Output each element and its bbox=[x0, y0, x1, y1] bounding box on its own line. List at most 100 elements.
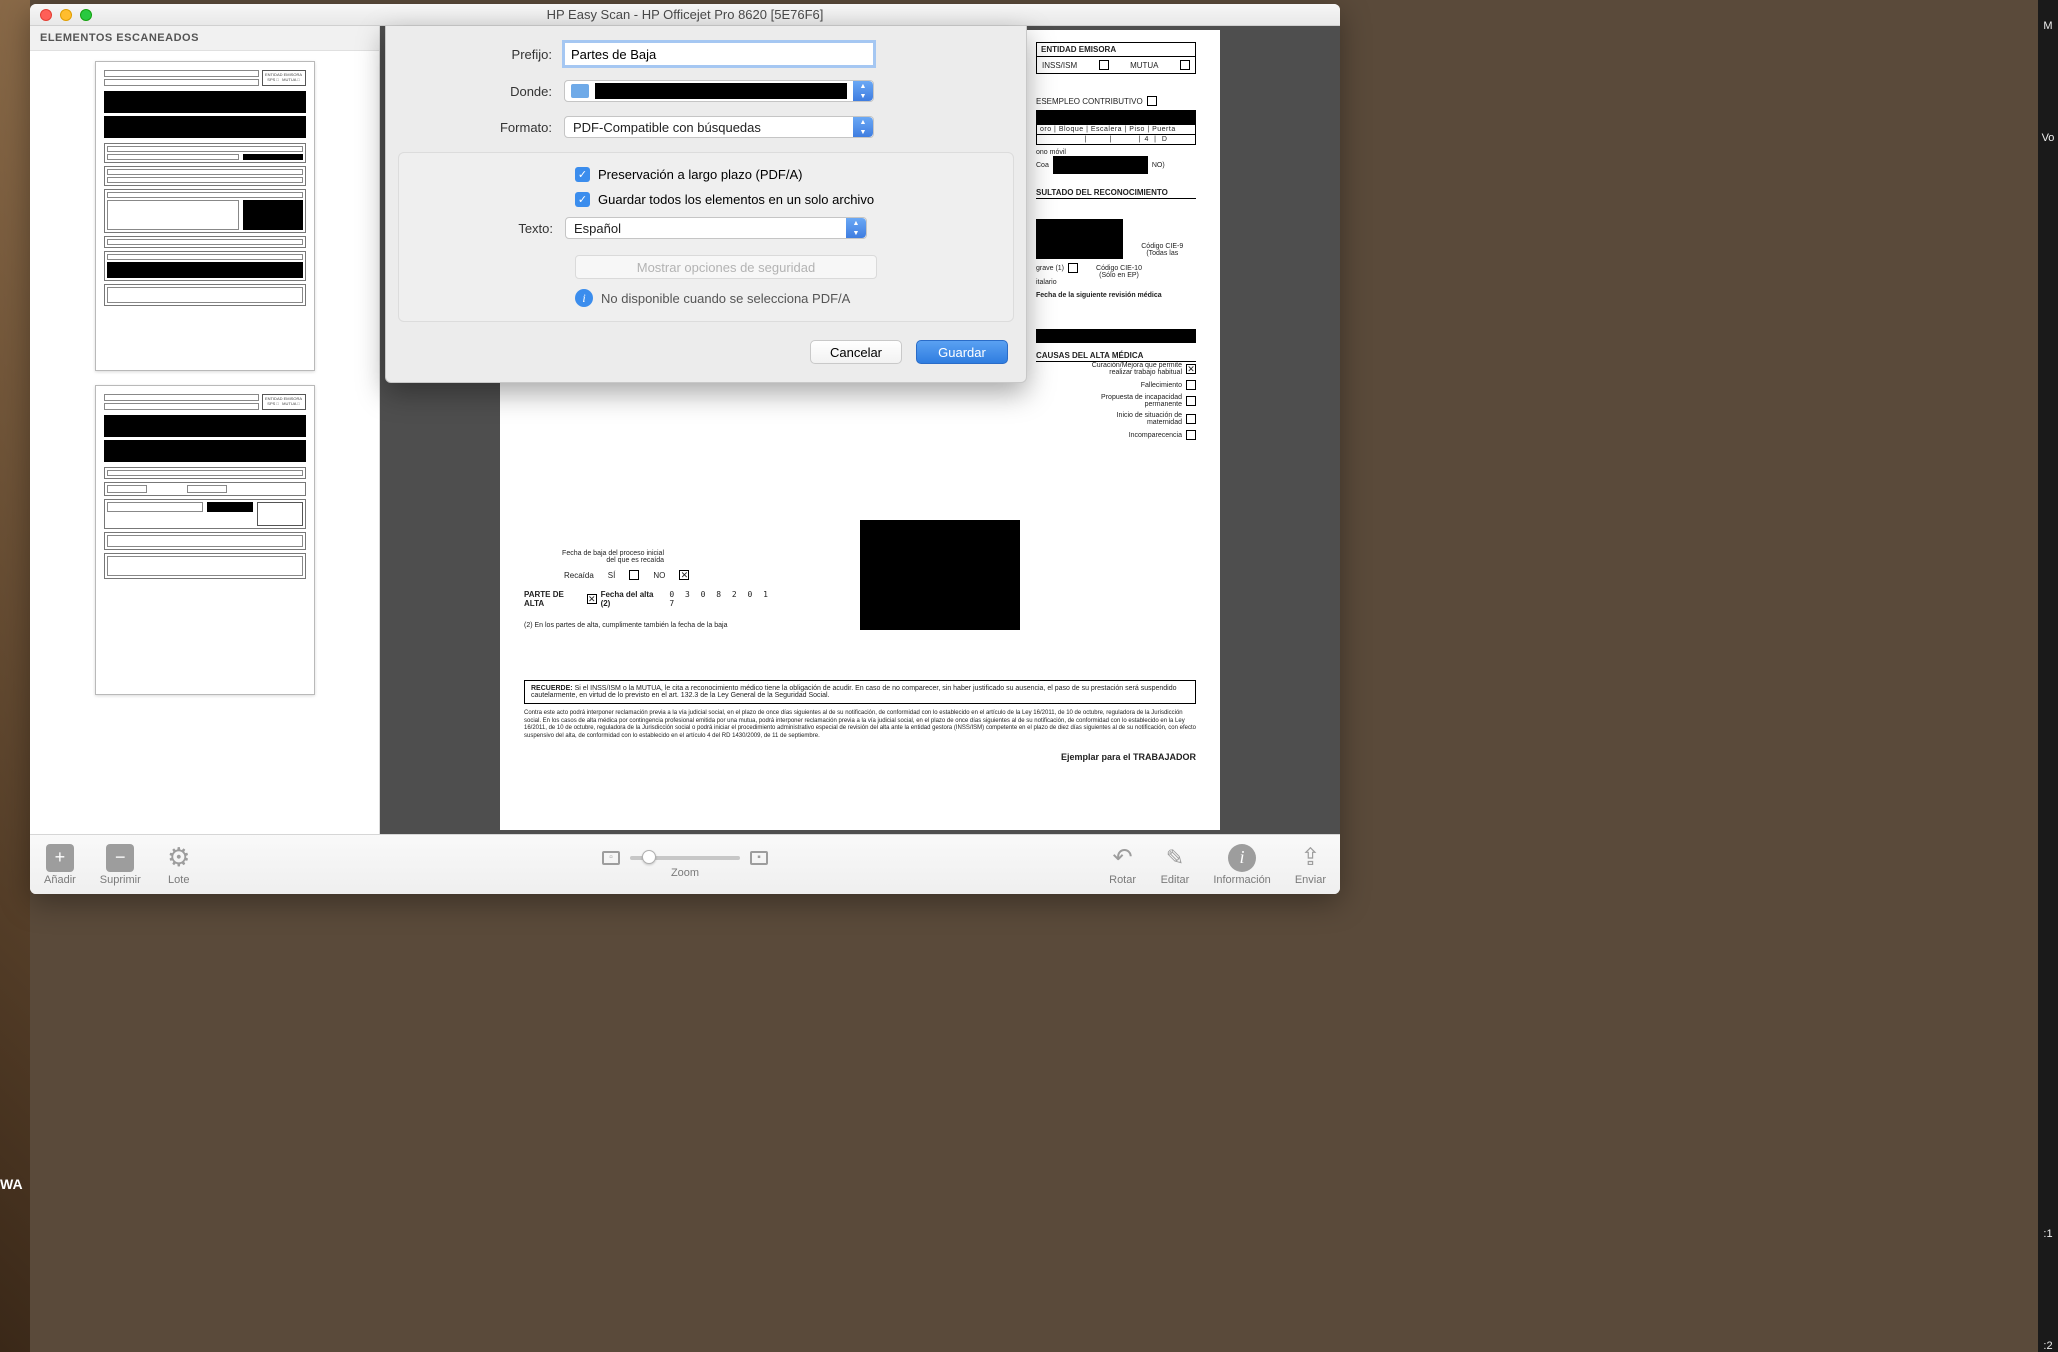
cancel-label: Cancelar bbox=[830, 345, 882, 360]
desktop-background-left bbox=[0, 0, 30, 1352]
info-label: Información bbox=[1213, 874, 1270, 886]
doc-fecha-alta-value: 0 3 0 8 2 0 1 7 bbox=[666, 590, 784, 608]
where-value-redacted bbox=[595, 83, 847, 99]
share-icon: ⇪ bbox=[1296, 844, 1324, 872]
doc-label-mutua: MUTUA bbox=[1130, 61, 1158, 70]
where-label: Donde: bbox=[404, 84, 564, 99]
where-stepper-icon: ▲▼ bbox=[853, 81, 873, 101]
text-stepper-icon: ▲▼ bbox=[846, 218, 866, 238]
thumbnail-list[interactable]: ENTIDAD EMISORASPS □ MUTUA □ bbox=[30, 51, 379, 834]
doc-checkbox-no: ✕ bbox=[679, 570, 689, 580]
batch-button[interactable]: ⚙ Lote bbox=[165, 844, 193, 886]
pdfa-info-text: No disponible cuando se selecciona PDF/A bbox=[601, 291, 850, 306]
plus-icon: + bbox=[46, 844, 74, 872]
sidebar-header: ELEMENTOS ESCANEADOS bbox=[30, 26, 379, 51]
doc-note-2: (2) En los partes de alta, cumplimente t… bbox=[524, 622, 784, 629]
doc-checkbox-incapacidad bbox=[1186, 396, 1196, 406]
doc-label-inss: INSS/ISM bbox=[1042, 61, 1077, 70]
pdfa-label: Preservación a largo plazo (PDF/A) bbox=[598, 167, 802, 182]
rotate-button[interactable]: ↶ Rotar bbox=[1109, 844, 1137, 886]
pencil-icon: ✎ bbox=[1161, 844, 1189, 872]
format-select[interactable]: PDF-Compatible con búsquedas ▲▼ bbox=[564, 116, 874, 138]
edge-m: M bbox=[2043, 20, 2052, 32]
add-label: Añadir bbox=[44, 874, 76, 886]
zoom-out-icon[interactable]: ▫ bbox=[602, 851, 620, 865]
doc-grave: grave (1) bbox=[1036, 265, 1064, 272]
format-stepper-icon: ▲▼ bbox=[853, 117, 873, 137]
rotate-icon: ↶ bbox=[1109, 844, 1137, 872]
format-value: PDF-Compatible con búsquedas bbox=[573, 120, 761, 135]
edge-t1: :1 bbox=[2043, 1228, 2052, 1240]
doc-recuerde-box: RECUERDE: Si el INSS/ISM o la MUTUA, le … bbox=[524, 680, 1196, 704]
doc-revision: Fecha de la siguiente revisión médica bbox=[1036, 292, 1196, 299]
doc-label-desempleo: ESEMPLEO CONTRIBUTIVO bbox=[1036, 97, 1143, 106]
thumbnail-page-1[interactable]: ENTIDAD EMISORASPS □ MUTUA □ bbox=[95, 61, 315, 371]
doc-checkbox-fallecimiento bbox=[1186, 380, 1196, 390]
save-dialog: Prefijo: Donde: ▲▼ Formato: PDF-Compatib… bbox=[385, 26, 1027, 383]
doc-label-coa: Coa bbox=[1036, 162, 1049, 169]
send-button[interactable]: ⇪ Enviar bbox=[1295, 844, 1326, 886]
zoom-control: ▫ ▪ Zoom bbox=[602, 851, 768, 879]
doc-addr-cols: oro | Bloque | Escalera | Piso | Puerta bbox=[1036, 124, 1196, 135]
zoom-in-icon[interactable]: ▪ bbox=[750, 851, 768, 865]
text-language-select[interactable]: Español ▲▼ bbox=[565, 217, 867, 239]
info-icon: i bbox=[575, 289, 593, 307]
text-label: Texto: bbox=[405, 221, 565, 236]
window-title: HP Easy Scan - HP Officejet Pro 8620 [5E… bbox=[30, 7, 1340, 22]
info-button[interactable]: i Información bbox=[1213, 844, 1270, 886]
zoom-slider[interactable] bbox=[630, 856, 740, 860]
doc-label-movil: ono móvil bbox=[1036, 149, 1196, 156]
doc-checkbox-inss bbox=[1099, 60, 1109, 70]
minus-icon: − bbox=[106, 844, 134, 872]
where-select[interactable]: ▲▼ bbox=[564, 80, 874, 102]
format-label: Formato: bbox=[404, 120, 564, 135]
bottom-toolbar: + Añadir − Suprimir ⚙ Lote ▫ ▪ Zoom ↶ bbox=[30, 834, 1340, 894]
edit-label: Editar bbox=[1161, 874, 1190, 886]
doc-checkbox-mutua bbox=[1180, 60, 1190, 70]
doc-no-suffix: NO) bbox=[1152, 162, 1165, 169]
cancel-button[interactable]: Cancelar bbox=[810, 340, 902, 364]
doc-parte-alta: PARTE DE ALTA bbox=[524, 590, 583, 608]
edge-t2: :2 bbox=[2043, 1340, 2052, 1352]
delete-button[interactable]: − Suprimir bbox=[100, 844, 141, 886]
doc-section-reconocimiento: SULTADO DEL RECONOCIMIENTO bbox=[1036, 188, 1196, 199]
doc-checkbox-desempleo bbox=[1147, 96, 1157, 106]
onefile-label: Guardar todos los elementos en un solo a… bbox=[598, 192, 874, 207]
send-label: Enviar bbox=[1295, 874, 1326, 886]
edit-button[interactable]: ✎ Editar bbox=[1161, 844, 1190, 886]
dialog-options-panel: ✓ Preservación a largo plazo (PDF/A) ✓ G… bbox=[398, 152, 1014, 322]
text-language-value: Español bbox=[574, 221, 621, 236]
thumbnail-page-2[interactable]: ENTIDAD EMISORASPS □ MUTUA □ bbox=[95, 385, 315, 695]
doc-checkbox-si bbox=[629, 570, 639, 580]
doc-section-causas: CAUSAS DEL ALTA MÉDICA bbox=[1036, 351, 1196, 362]
add-button[interactable]: + Añadir bbox=[44, 844, 76, 886]
gear-icon: ⚙ bbox=[165, 844, 193, 872]
info-icon: i bbox=[1228, 844, 1256, 872]
onefile-checkbox[interactable]: ✓ bbox=[575, 192, 590, 207]
scanned-items-sidebar: ELEMENTOS ESCANEADOS ENTIDAD EMISORASPS … bbox=[30, 26, 380, 834]
rotate-label: Rotar bbox=[1109, 874, 1136, 886]
folder-icon bbox=[571, 84, 589, 98]
desktop-edge-label: WA bbox=[0, 1176, 23, 1192]
save-label: Guardar bbox=[938, 345, 986, 360]
doc-fine-text: Contra este acto podrá interponer reclam… bbox=[524, 710, 1196, 740]
doc-checkbox-incomparecencia bbox=[1186, 430, 1196, 440]
doc-checkbox-maternidad bbox=[1186, 414, 1196, 424]
doc-checkbox-curacion: ✕ bbox=[1186, 364, 1196, 374]
doc-ejemplar: Ejemplar para el TRABAJADOR bbox=[524, 752, 1196, 762]
zoom-label: Zoom bbox=[671, 867, 699, 879]
doc-fecha-alta-label: Fecha del alta (2) bbox=[601, 590, 663, 608]
desktop-edge-right: M Vo :1 :2 bbox=[2038, 0, 2058, 1352]
batch-label: Lote bbox=[168, 874, 189, 886]
doc-label-recaida: Recaída bbox=[564, 571, 594, 580]
doc-addr-vals: | | | 4 | D bbox=[1036, 135, 1196, 145]
security-options-button: Mostrar opciones de seguridad bbox=[575, 255, 877, 279]
delete-label: Suprimir bbox=[100, 874, 141, 886]
prefix-label: Prefijo: bbox=[404, 47, 564, 62]
zoom-slider-knob[interactable] bbox=[642, 850, 656, 864]
doc-cie10b: (Sólo en EP) bbox=[1099, 272, 1139, 279]
save-button[interactable]: Guardar bbox=[916, 340, 1008, 364]
prefix-input[interactable] bbox=[564, 42, 874, 66]
doc-cie9: Código CIE-9 (Todas las bbox=[1129, 241, 1196, 259]
pdfa-checkbox[interactable]: ✓ bbox=[575, 167, 590, 182]
